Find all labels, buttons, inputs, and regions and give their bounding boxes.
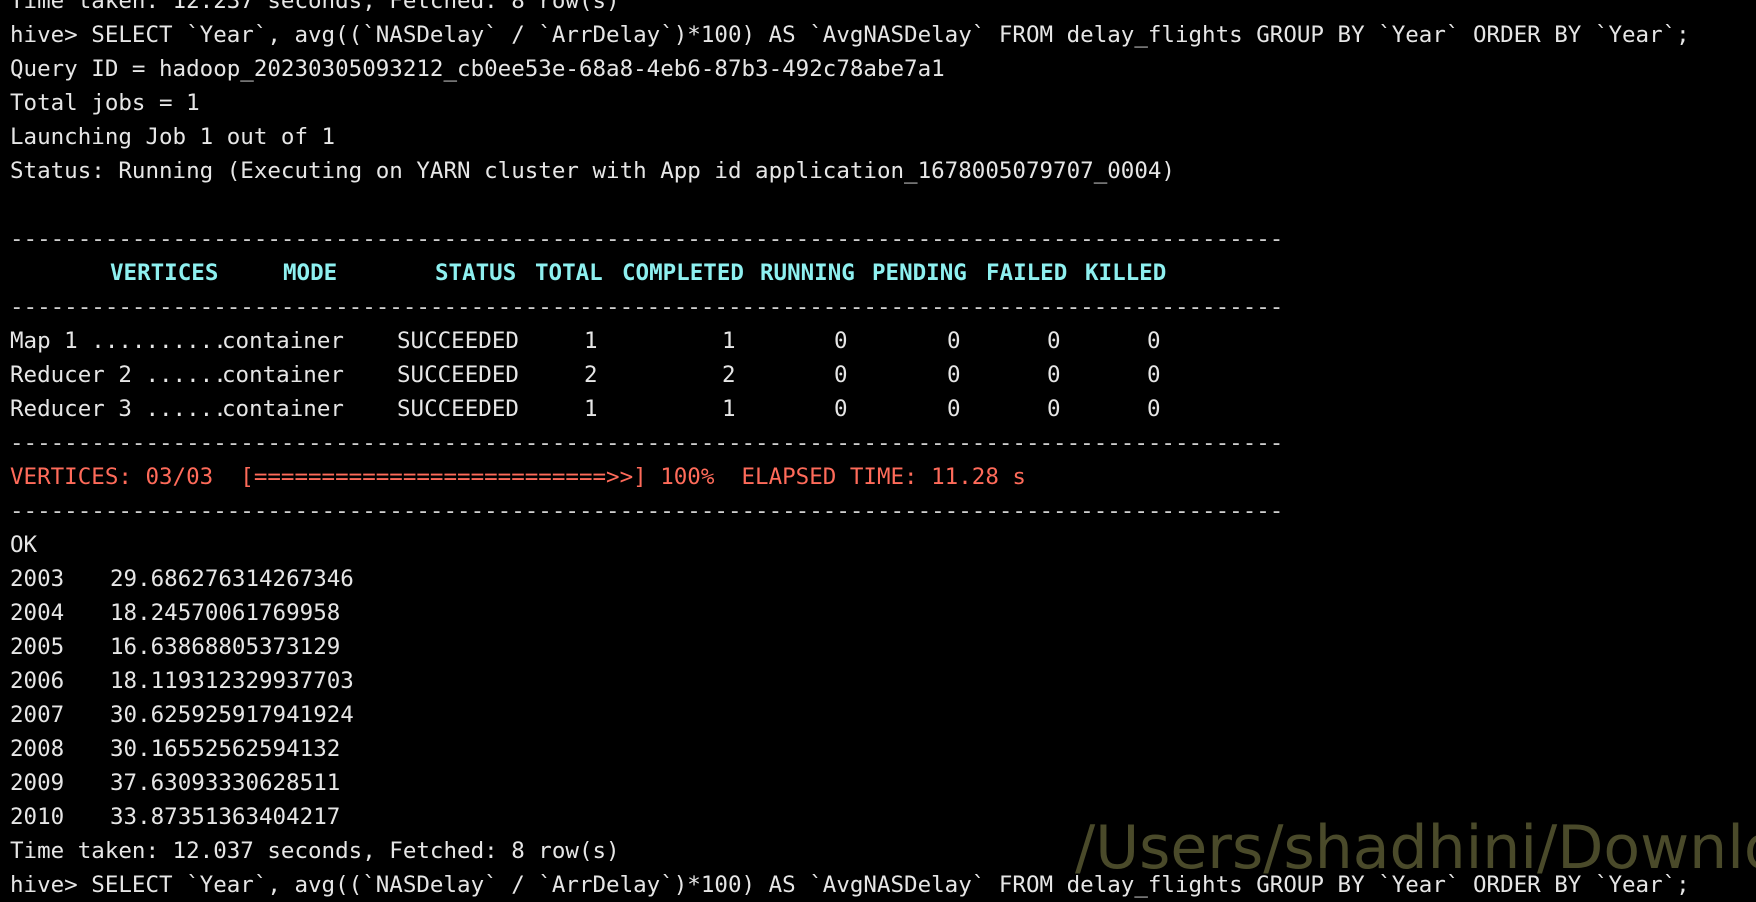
- separator-line: ----------------------------------------…: [10, 430, 1284, 456]
- progress-bar-line: VERTICES: 03/03 [=======================…: [10, 464, 1026, 490]
- result-row: 2006 18.119312329937703: [10, 668, 354, 694]
- result-row: 2007 30.625925917941924: [10, 702, 354, 728]
- status-running-line: Status: Running (Executing on YARN clust…: [10, 158, 1175, 184]
- vertices-table-header: VERTICES MODE STATUS TOTAL COMPLETED RUN…: [10, 256, 1750, 290]
- result-row: 2003 29.686276314267346: [10, 566, 354, 592]
- terminal-output[interactable]: Time taken: 12.237 seconds, Fetched: 8 r…: [10, 0, 1750, 902]
- separator-line: ----------------------------------------…: [10, 294, 1284, 320]
- header-completed: COMPLETED: [622, 260, 744, 286]
- result-row: 2009 37.63093330628511: [10, 770, 341, 796]
- result-row: 2008 30.16552562594132: [10, 736, 341, 762]
- table-row: Reducer 2 ...... container SUCCEEDED 2 2…: [10, 362, 1161, 388]
- table-row: Reducer 3 ...... container SUCCEEDED 1 1…: [10, 396, 1161, 422]
- launching-job-line: Launching Job 1 out of 1: [10, 124, 336, 150]
- header-running: RUNNING: [760, 260, 855, 286]
- header-mode: MODE: [283, 260, 338, 286]
- header-total: TOTAL: [535, 260, 603, 286]
- hive-command-line: hive> SELECT `Year`, avg((`NASDelay` / `…: [10, 22, 1690, 48]
- header-status: STATUS: [435, 260, 517, 286]
- path-watermark: /Users/shadhini/Downlo: [1075, 813, 1756, 883]
- result-row: 2005 16.63868805373129: [10, 634, 341, 660]
- header-pending: PENDING: [872, 260, 967, 286]
- separator-line: ----------------------------------------…: [10, 226, 1284, 252]
- query-id-line: Query ID = hadoop_20230305093212_cb0ee53…: [10, 56, 945, 82]
- header-vertices: VERTICES: [110, 260, 219, 286]
- header-failed: FAILED: [986, 260, 1068, 286]
- separator-line: ----------------------------------------…: [10, 498, 1284, 524]
- result-row: 2004 18.24570061769958: [10, 600, 341, 626]
- previous-time-taken-line: Time taken: 12.237 seconds, Fetched: 8 r…: [10, 0, 620, 14]
- table-row: Map 1 .......... container SUCCEEDED 1 1…: [10, 328, 1161, 354]
- header-killed: KILLED: [1085, 260, 1167, 286]
- ok-line: OK: [10, 532, 38, 558]
- total-jobs-line: Total jobs = 1: [10, 90, 200, 116]
